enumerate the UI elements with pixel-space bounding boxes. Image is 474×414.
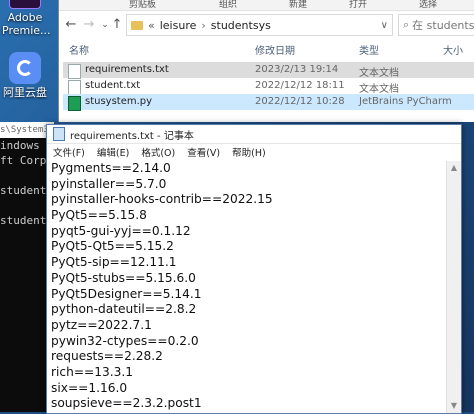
forward-button[interactable]: → — [81, 15, 97, 35]
text-file-icon — [68, 64, 81, 79]
desktop-shortcut-aliyun-drive[interactable]: 阿里云盘 — [0, 52, 50, 99]
up-button[interactable]: ↑ — [109, 15, 125, 35]
desktop-shortcut-label: 阿里云盘 — [3, 86, 47, 99]
notepad-title-bar[interactable]: requirements.txt - 记事本 — [47, 125, 461, 144]
text-line: PyQt5Designer==5.14.1 — [51, 286, 202, 301]
search-icon: ⌕ — [403, 18, 410, 31]
text-line: python-dateutil==2.8.2 — [51, 302, 197, 317]
address-bar[interactable]: « leisure › studentsys ∨ — [126, 14, 393, 36]
file-name: stusystem.py — [85, 96, 153, 107]
file-modified: 2022/12/12 18:11 — [255, 80, 345, 91]
file-name: requirements.txt — [85, 64, 169, 75]
text-line: pyqt5-gui-yyj==0.1.12 — [51, 223, 191, 238]
text-content[interactable]: Pygments==2.14.0 pyinstaller==5.7.0 pyin… — [51, 161, 445, 412]
desktop-background: Adobe Premie... 阿里云盘 剪贴板 组织 新建 打开 选择 ← →… — [0, 0, 474, 414]
text-line: six==1.16.0 — [51, 380, 128, 395]
notepad-icon — [53, 127, 65, 141]
chevron-down-icon: ⌄ — [101, 19, 109, 30]
breadcrumb-overflow[interactable]: « — [148, 19, 155, 32]
python-file-icon — [68, 96, 81, 111]
menu-file[interactable]: 文件(F) — [53, 145, 85, 159]
text-line: pytz==2022.7.1 — [51, 317, 152, 332]
file-name: student.txt — [85, 80, 141, 91]
text-line: soupsieve==2.3.2.post1 — [51, 396, 202, 411]
column-header-type[interactable]: 类型 — [359, 42, 379, 57]
text-line: PyQt5==5.15.8 — [51, 208, 147, 223]
notepad-title: requirements.txt - 记事本 — [70, 130, 194, 142]
column-header-size[interactable]: 大小 — [443, 42, 463, 57]
text-line: rich==13.3.1 — [51, 364, 134, 379]
address-dropdown-icon[interactable]: ∨ — [381, 20, 388, 31]
file-type: 文本文档 — [359, 84, 399, 95]
folder-icon — [131, 20, 143, 30]
breadcrumb-separator: › — [201, 18, 206, 32]
menu-edit[interactable]: 编辑(E) — [97, 145, 129, 159]
text-line: pywin32-ctypes==0.2.0 — [51, 333, 199, 348]
file-type: JetBrains PyCharm — [359, 96, 452, 107]
text-line: PyQt5-Qt5==5.15.2 — [51, 239, 174, 254]
file-row-stusystem[interactable]: stusystem.py 2022/12/12 10:28 JetBrains … — [63, 94, 474, 111]
file-modified: 2022/12/12 10:28 — [255, 96, 345, 107]
file-row-requirements[interactable]: requirements.txt 2023/2/13 19:14 文本文档 — [63, 62, 474, 79]
ribbon-label-organize: 组织 — [219, 0, 238, 10]
notepad-menu-bar: 文件(F) 编辑(E) 格式(O) 查看(V) 帮助(H) — [47, 144, 461, 160]
menu-view[interactable]: 查看(V) — [187, 145, 220, 159]
address-bar-row: ← → ⌄ ↑ « leisure › studentsys ∨ ⌕ 在 stu… — [59, 11, 474, 38]
file-type: 文本文档 — [359, 68, 399, 79]
desktop-shortcut-adobe-premiere[interactable]: Adobe Premie... — [0, 0, 51, 37]
desktop-shortcut-label: Adobe Premie... — [2, 11, 51, 37]
adobe-premiere-icon — [9, 0, 41, 9]
menu-format[interactable]: 格式(O) — [141, 145, 175, 159]
text-line: pyinstaller-hooks-contrib==2022.15 — [51, 192, 273, 207]
column-header-name[interactable]: 名称 — [69, 42, 89, 57]
notepad-editor[interactable]: Pygments==2.14.0 pyinstaller==5.7.0 pyin… — [47, 161, 461, 413]
file-row-student[interactable]: student.txt 2022/12/12 18:11 文本文档 — [63, 78, 474, 95]
text-line: Pygments==2.14.0 — [51, 161, 171, 175]
ribbon-label-new: 新建 — [289, 0, 308, 10]
ribbon-group-labels: 剪贴板 组织 新建 打开 选择 — [59, 0, 474, 11]
search-box[interactable]: ⌕ 在 studentsys — [398, 14, 474, 36]
column-header-modified[interactable]: 修改日期 — [255, 42, 295, 57]
ribbon-label-clipboard: 剪贴板 — [129, 0, 157, 10]
ribbon-label-select: 选择 — [419, 0, 438, 10]
breadcrumb-studentsys[interactable]: studentsys — [211, 19, 271, 32]
menu-help[interactable]: 帮助(H) — [232, 145, 266, 159]
search-placeholder: 在 studentsys — [412, 19, 474, 32]
aliyun-drive-icon — [9, 52, 41, 84]
text-line: pyinstaller==5.7.0 — [51, 176, 167, 191]
scroll-down-arrow-icon[interactable]: ▼ — [447, 399, 461, 413]
text-line: PyQt5-sip==12.11.1 — [51, 255, 177, 270]
arrow-right-icon: → — [83, 16, 95, 32]
arrow-left-icon: ← — [65, 16, 77, 32]
arrow-up-icon: ↑ — [111, 16, 123, 32]
scroll-up-arrow-icon[interactable]: ▲ — [447, 161, 461, 175]
text-file-icon — [68, 80, 81, 95]
file-explorer-window: 剪贴板 组织 新建 打开 选择 ← → ⌄ ↑ « leisure › stud… — [58, 0, 474, 122]
notepad-window: requirements.txt - 记事本 文件(F) 编辑(E) 格式(O)… — [46, 124, 462, 414]
back-button[interactable]: ← — [63, 15, 79, 35]
file-modified: 2023/2/13 19:14 — [255, 64, 339, 75]
text-line: PyQt5-stubs==5.15.6.0 — [51, 270, 196, 285]
text-line: requests==2.28.2 — [51, 349, 163, 364]
vertical-scrollbar[interactable]: ▲ ▼ — [446, 161, 461, 413]
ribbon-label-open: 打开 — [349, 0, 368, 10]
column-header-row: 名称 修改日期 类型 大小 — [59, 40, 474, 58]
breadcrumb-leisure[interactable]: leisure — [160, 19, 197, 32]
